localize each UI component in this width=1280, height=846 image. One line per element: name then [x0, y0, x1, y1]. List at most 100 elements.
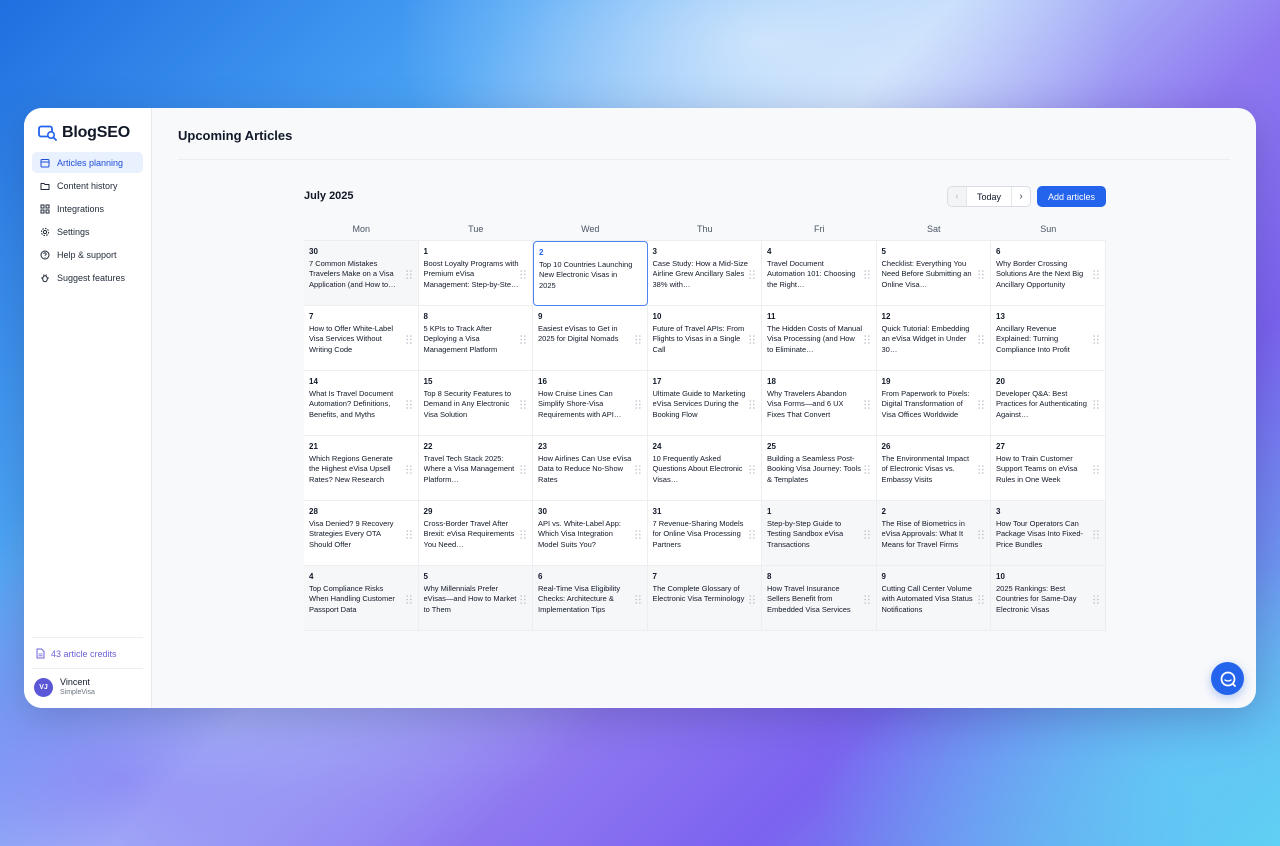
- next-month-button[interactable]: ›: [1011, 187, 1030, 206]
- calendar-day-cell[interactable]: 3 How Tour Operators Can Package Visas In…: [991, 501, 1106, 566]
- drag-handle-icon[interactable]: [863, 595, 870, 604]
- drag-handle-icon[interactable]: [978, 530, 984, 539]
- article-title[interactable]: Visa Denied? 9 Recovery Strategies Every…: [309, 519, 413, 550]
- calendar-day-cell[interactable]: 4 Top Compliance Risks When Handling Cust…: [304, 566, 419, 631]
- drag-handle-icon[interactable]: [634, 465, 641, 474]
- drag-handle-icon[interactable]: [749, 530, 755, 539]
- article-title[interactable]: Quick Tutorial: Embedding an eVisa Widge…: [882, 324, 986, 355]
- drag-handle-icon[interactable]: [749, 595, 755, 604]
- calendar-day-cell[interactable]: 31 7 Revenue-Sharing Models for Online Vi…: [647, 501, 762, 566]
- calendar-day-cell[interactable]: 5 Why Millennials Prefer eVisas—and How t…: [418, 566, 533, 631]
- drag-handle-icon[interactable]: [978, 270, 984, 279]
- article-title[interactable]: Which Regions Generate the Highest eVisa…: [309, 454, 413, 485]
- calendar-day-cell[interactable]: 16 How Cruise Lines Can Simplify Shore-Vi…: [533, 371, 648, 436]
- calendar-day-cell[interactable]: 6 Real-Time Visa Eligibility Checks: Arch…: [533, 566, 648, 631]
- article-title[interactable]: Why Border Crossing Solutions Are the Ne…: [996, 259, 1100, 290]
- calendar-day-cell[interactable]: 6 Why Border Crossing Solutions Are the N…: [991, 241, 1106, 306]
- drag-handle-icon[interactable]: [863, 335, 870, 344]
- calendar-day-cell[interactable]: 9 Easiest eVisas to Get in 2025 for Digit…: [533, 306, 648, 371]
- calendar-day-cell[interactable]: 10 Future of Travel APIs: From Flights to…: [647, 306, 762, 371]
- article-title[interactable]: How Cruise Lines Can Simplify Shore-Visa…: [538, 389, 642, 420]
- article-title[interactable]: Easiest eVisas to Get in 2025 for Digita…: [538, 324, 642, 345]
- drag-handle-icon[interactable]: [634, 530, 641, 539]
- drag-handle-icon[interactable]: [634, 400, 641, 409]
- article-credits[interactable]: 43 article credits: [32, 637, 143, 668]
- calendar-day-cell[interactable]: 29 Cross-Border Travel After Brexit: eVis…: [418, 501, 533, 566]
- drag-handle-icon[interactable]: [978, 595, 984, 604]
- calendar-day-cell[interactable]: 28 Visa Denied? 9 Recovery Strategies Eve…: [304, 501, 419, 566]
- article-title[interactable]: How Airlines Can Use eVisa Data to Reduc…: [538, 454, 642, 485]
- calendar-day-cell[interactable]: 14 What Is Travel Document Automation? De…: [304, 371, 419, 436]
- drag-handle-icon[interactable]: [520, 335, 526, 344]
- drag-handle-icon[interactable]: [1092, 400, 1099, 409]
- chat-button[interactable]: [1211, 662, 1244, 695]
- drag-handle-icon[interactable]: [520, 465, 526, 474]
- article-title[interactable]: 2025 Rankings: Best Countries for Same-D…: [996, 584, 1100, 615]
- calendar-day-cell[interactable]: 1 Boost Loyalty Programs with Premium eVi…: [418, 241, 533, 306]
- calendar-day-cell[interactable]: 11 The Hidden Costs of Manual Visa Proces…: [762, 306, 877, 371]
- drag-handle-icon[interactable]: [405, 400, 412, 409]
- sidebar-item-help-support[interactable]: Help & support: [32, 244, 143, 265]
- article-title[interactable]: Cutting Call Center Volume with Automate…: [882, 584, 986, 615]
- article-title[interactable]: Travel Tech Stack 2025: Where a Visa Man…: [424, 454, 528, 485]
- calendar-day-cell[interactable]: 4 Travel Document Automation 101: Choosin…: [762, 241, 877, 306]
- article-title[interactable]: Real-Time Visa Eligibility Checks: Archi…: [538, 584, 642, 615]
- article-title[interactable]: Ultimate Guide to Marketing eVisa Servic…: [653, 389, 757, 420]
- article-title[interactable]: API vs. White-Label App: Which Visa Inte…: [538, 519, 642, 550]
- calendar-day-cell[interactable]: 30 7 Common Mistakes Travelers Make on a …: [304, 241, 419, 306]
- drag-handle-icon[interactable]: [520, 595, 526, 604]
- article-title[interactable]: Why Travelers Abandon Visa Forms—and 6 U…: [767, 389, 871, 420]
- calendar-day-cell[interactable]: 7 How to Offer White-Label Visa Services …: [304, 306, 419, 371]
- drag-handle-icon[interactable]: [634, 335, 641, 344]
- user-profile[interactable]: VJ Vincent SimpleVisa: [32, 668, 143, 708]
- article-title[interactable]: The Hidden Costs of Manual Visa Processi…: [767, 324, 871, 355]
- sidebar-item-content-history[interactable]: Content history: [32, 175, 143, 196]
- drag-handle-icon[interactable]: [978, 335, 984, 344]
- logo[interactable]: BlogSEO: [32, 122, 143, 152]
- calendar-day-cell[interactable]: 2 The Rise of Biometrics in eVisa Approva…: [876, 501, 991, 566]
- drag-handle-icon[interactable]: [405, 335, 412, 344]
- calendar-day-cell[interactable]: 23 How Airlines Can Use eVisa Data to Red…: [533, 436, 648, 501]
- previous-month-button[interactable]: ‹: [948, 187, 967, 206]
- calendar-day-cell[interactable]: 26 The Environmental Impact of Electronic…: [876, 436, 991, 501]
- drag-handle-icon[interactable]: [863, 400, 870, 409]
- sidebar-item-suggest-features[interactable]: Suggest features: [32, 267, 143, 288]
- sidebar-item-articles-planning[interactable]: Articles planning: [32, 152, 143, 173]
- drag-handle-icon[interactable]: [749, 400, 755, 409]
- calendar-day-cell[interactable]: 15 Top 8 Security Features to Demand in A…: [418, 371, 533, 436]
- calendar-day-cell[interactable]: 3 Case Study: How a Mid-Size Airline Grew…: [647, 241, 762, 306]
- article-title[interactable]: 5 KPIs to Track After Deploying a Visa M…: [424, 324, 528, 355]
- calendar-day-cell[interactable]: 1 Step-by-Step Guide to Testing Sandbox e…: [762, 501, 877, 566]
- calendar-day-cell[interactable]: 7 The Complete Glossary of Electronic Vis…: [647, 566, 762, 631]
- calendar-day-cell[interactable]: 8 5 KPIs to Track After Deploying a Visa …: [418, 306, 533, 371]
- drag-handle-icon[interactable]: [749, 270, 755, 279]
- calendar-day-cell[interactable]: 19 From Paperwork to Pixels: Digital Tran…: [876, 371, 991, 436]
- article-title[interactable]: Cross-Border Travel After Brexit: eVisa …: [424, 519, 528, 550]
- article-title[interactable]: The Rise of Biometrics in eVisa Approval…: [882, 519, 986, 550]
- calendar-day-cell[interactable]: 18 Why Travelers Abandon Visa Forms—and 6…: [762, 371, 877, 436]
- calendar-day-cell[interactable]: 21 Which Regions Generate the Highest eVi…: [304, 436, 419, 501]
- article-title[interactable]: How to Offer White-Label Visa Services W…: [309, 324, 413, 355]
- drag-handle-icon[interactable]: [520, 400, 526, 409]
- drag-handle-icon[interactable]: [749, 335, 755, 344]
- drag-handle-icon[interactable]: [1092, 530, 1099, 539]
- drag-handle-icon[interactable]: [405, 465, 412, 474]
- article-title[interactable]: Travel Document Automation 101: Choosing…: [767, 259, 871, 290]
- sidebar-item-settings[interactable]: Settings: [32, 221, 143, 242]
- calendar-day-cell[interactable]: 30 API vs. White-Label App: Which Visa In…: [533, 501, 648, 566]
- drag-handle-icon[interactable]: [978, 465, 984, 474]
- drag-handle-icon[interactable]: [749, 465, 755, 474]
- drag-handle-icon[interactable]: [863, 530, 870, 539]
- article-title[interactable]: Top 8 Security Features to Demand in Any…: [424, 389, 528, 420]
- drag-handle-icon[interactable]: [405, 530, 412, 539]
- article-title[interactable]: Checklist: Everything You Need Before Su…: [882, 259, 986, 290]
- calendar-day-cell[interactable]: 22 Travel Tech Stack 2025: Where a Visa M…: [418, 436, 533, 501]
- drag-handle-icon[interactable]: [978, 400, 984, 409]
- calendar-day-cell[interactable]: 25 Building a Seamless Post-Booking Visa …: [762, 436, 877, 501]
- calendar-day-cell[interactable]: 8 How Travel Insurance Sellers Benefit fr…: [762, 566, 877, 631]
- drag-handle-icon[interactable]: [520, 270, 526, 279]
- sidebar-item-integrations[interactable]: Integrations: [32, 198, 143, 219]
- article-title[interactable]: Why Millennials Prefer eVisas—and How to…: [424, 584, 528, 615]
- calendar-day-cell[interactable]: 24 10 Frequently Asked Questions About El…: [647, 436, 762, 501]
- article-title[interactable]: The Environmental Impact of Electronic V…: [882, 454, 986, 485]
